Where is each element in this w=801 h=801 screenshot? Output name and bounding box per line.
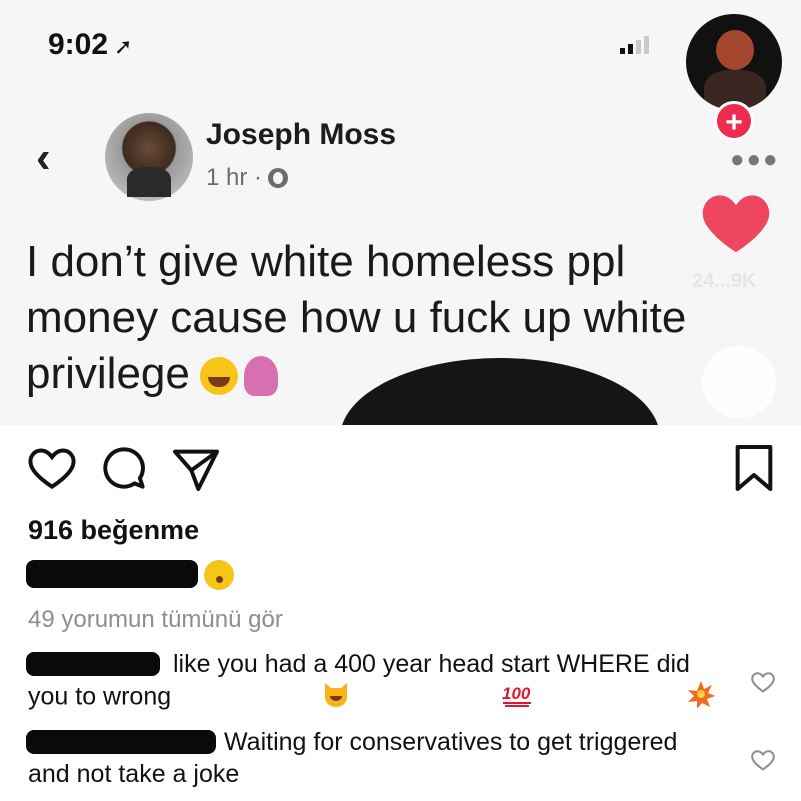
comment-1: like you had a 400 year head start WHERE…	[28, 648, 718, 716]
comment-like-icon[interactable]	[749, 668, 777, 696]
globe-icon	[268, 168, 289, 188]
crying-face-emoji	[199, 357, 238, 396]
kissing-face-emoji	[204, 560, 234, 590]
signal-icon	[620, 36, 649, 54]
svg-text:100: 100	[502, 684, 531, 703]
plus-icon[interactable]: +	[714, 101, 754, 141]
shrug-emoji	[243, 356, 278, 397]
hundred-points-emoji: 100	[356, 681, 535, 715]
post-text: I don’t give white homeless ppl money ca…	[26, 234, 716, 402]
more-dots-icon[interactable]: ●●●	[730, 146, 780, 174]
poster-time: 1 hr ·	[206, 164, 263, 191]
post-actions	[0, 440, 801, 500]
status-time: 9:02 ➚	[48, 28, 132, 62]
collision-emoji	[541, 680, 716, 716]
status-time-text: 9:02	[48, 28, 109, 61]
comment-like-icon[interactable]	[749, 746, 777, 774]
likes-count[interactable]: 916 beğenme	[28, 515, 199, 546]
like-count-overlay: 24...9K	[692, 270, 757, 292]
heart-icon[interactable]	[697, 184, 775, 262]
share-icon[interactable]	[168, 440, 224, 496]
poster-avatar[interactable]	[105, 113, 193, 201]
comment-2-text: Waiting for conservatives to get trigger…	[28, 728, 678, 788]
embedded-screenshot: 9:02 ➚ ‹ Joseph Moss 1 hr · I don’t give …	[0, 0, 801, 425]
comment-2: Waiting for conservatives to get trigger…	[28, 726, 718, 790]
redacted-caption-username	[26, 560, 198, 588]
poster-name[interactable]: Joseph Moss	[206, 118, 396, 152]
view-all-comments-link[interactable]: 49 yorumun tümünü gör	[28, 606, 283, 634]
like-heart-icon[interactable]	[24, 440, 80, 496]
back-chevron-icon[interactable]: ‹	[36, 136, 51, 180]
bookmark-icon[interactable]	[726, 440, 782, 496]
profile-avatar[interactable]	[686, 14, 782, 110]
location-arrow-icon: ➚	[114, 34, 133, 59]
comment-icon[interactable]	[96, 440, 152, 496]
laughing-cat-emoji	[177, 681, 350, 715]
poster-meta: 1 hr ·	[206, 164, 289, 192]
comment-bubble-icon[interactable]	[702, 346, 776, 418]
